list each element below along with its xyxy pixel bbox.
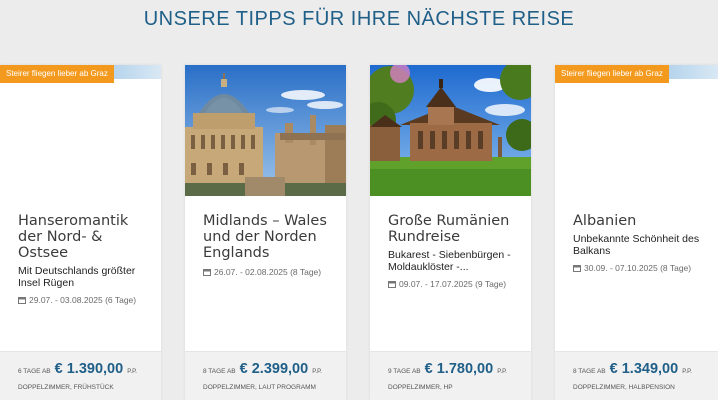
trip-card-hanseromantik[interactable]: Steirer fliegen lieber ab Graz Hanseroma… (0, 65, 161, 400)
trip-date: 29.07. - 03.08.2025 (6 Tage) (18, 295, 155, 305)
board-type: DOPPELZIMMER, HP (388, 384, 453, 391)
trip-date-text: 30.09. - 07.10.2025 (8 Tage) (584, 263, 692, 273)
section-heading: UNSERE TIPPS FÜR IHRE NÄCHSTE REISE (143, 8, 575, 30)
price-footer: 8 TAGE AB € 1.349,00 P.P. DOPPELZIMMER, … (555, 351, 718, 400)
trip-date: 30.09. - 07.10.2025 (8 Tage) (573, 263, 712, 273)
trip-date-text: 09.07. - 17.07.2025 (9 Tage) (399, 279, 507, 289)
calendar-icon (573, 265, 581, 272)
trip-title[interactable]: Hanseromantik der Nord- & Ostsee (18, 213, 155, 261)
trip-date: 09.07. - 17.07.2025 (9 Tage) (388, 279, 525, 289)
departure-badge: Steirer fliegen lieber ab Graz (0, 65, 114, 83)
trip-card-midlands[interactable]: Midlands – Wales und der Norden Englands… (185, 65, 346, 400)
duration-label: 9 TAGE AB (388, 368, 421, 375)
trip-card-albanien[interactable]: Steirer fliegen lieber ab Graz Albanien … (555, 65, 718, 400)
calendar-icon (18, 297, 26, 304)
oxford-radcliffe-camera-photo[interactable] (185, 65, 346, 196)
board-type: DOPPELZIMMER, LAUT PROGRAMM (203, 384, 316, 391)
departure-badge: Steirer fliegen lieber ab Graz (555, 65, 669, 83)
trip-date-text: 29.07. - 03.08.2025 (6 Tage) (29, 295, 137, 305)
price: € 1.349,00 (609, 361, 679, 377)
calendar-icon (203, 269, 211, 276)
price: € 2.399,00 (239, 361, 309, 377)
board-type: DOPPELZIMMER, FRÜHSTÜCK (18, 384, 114, 391)
trip-subtitle: Unbekannte Schönheit des Balkans (573, 233, 700, 257)
per-person-label: P.P. (127, 369, 137, 375)
price-footer: 9 TAGE AB € 1.780,00 P.P. DOPPELZIMMER, … (370, 351, 531, 400)
duration-label: 8 TAGE AB (203, 368, 236, 375)
calendar-icon (388, 281, 396, 288)
per-person-label: P.P. (312, 369, 322, 375)
trip-date: 26.07. - 02.08.2025 (8 Tage) (203, 267, 340, 277)
trip-title[interactable]: Midlands – Wales und der Norden Englands (203, 213, 340, 261)
duration-label: 8 TAGE AB (573, 368, 606, 375)
per-person-label: P.P. (682, 369, 692, 375)
price-footer: 6 TAGE AB € 1.390,00 P.P. DOPPELZIMMER, … (0, 351, 161, 400)
per-person-label: P.P. (497, 369, 507, 375)
price-footer: 8 TAGE AB € 2.399,00 P.P. DOPPELZIMMER, … (185, 351, 346, 400)
board-type: DOPPELZIMMER, HALBPENSION (573, 384, 675, 391)
trip-title[interactable]: Albanien (573, 213, 712, 229)
trip-subtitle: Bukarest - Siebenbürgen - Moldauklöster … (388, 249, 511, 273)
trip-subtitle: Mit Deutschlands größter Insel Rügen (18, 265, 136, 289)
price: € 1.390,00 (54, 361, 124, 377)
price: € 1.780,00 (424, 361, 494, 377)
trip-date-text: 26.07. - 02.08.2025 (8 Tage) (214, 267, 322, 277)
duration-label: 6 TAGE AB (18, 368, 51, 375)
romanian-monastery-photo[interactable] (370, 65, 531, 196)
trip-card-rumaenien[interactable]: Große Rumänien Rundreise Bukarest - Sieb… (370, 65, 531, 400)
trip-title[interactable]: Große Rumänien Rundreise (388, 213, 525, 245)
